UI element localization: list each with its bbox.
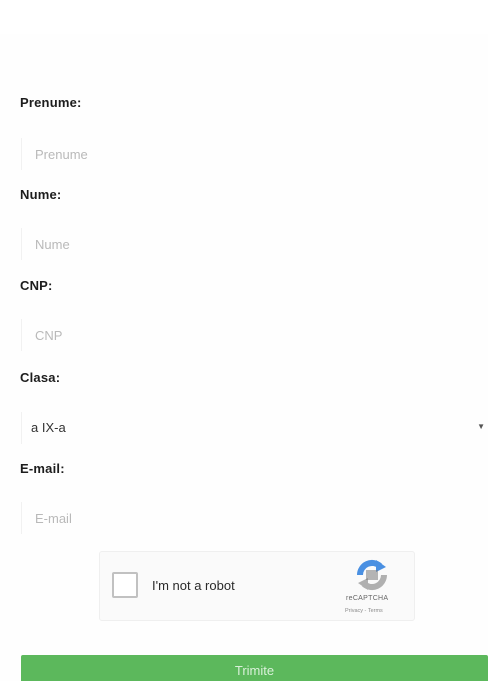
registration-page: Prenume: Nume: CNP: Clasa: a IX-a ▼ E-ma…: [0, 0, 488, 681]
nume-input[interactable]: [21, 228, 486, 260]
captcha-label: I'm not a robot: [152, 578, 235, 593]
cnp-input[interactable]: [21, 319, 486, 351]
recaptcha-widget: I'm not a robot reCAPTCHA Privacy - Term…: [99, 551, 415, 621]
clasa-label: Clasa:: [20, 370, 61, 385]
chevron-down-icon: ▼: [477, 422, 485, 431]
captcha-checkbox[interactable]: [112, 572, 138, 598]
cnp-label: CNP:: [20, 278, 53, 293]
clasa-selected-value: a IX-a: [31, 420, 66, 435]
prenume-input[interactable]: [21, 138, 486, 170]
top-bar: [0, 0, 488, 34]
nume-label: Nume:: [20, 187, 62, 202]
email-input[interactable]: [21, 502, 486, 534]
submit-button[interactable]: Trimite: [21, 655, 488, 681]
clasa-select[interactable]: a IX-a ▼: [21, 412, 488, 444]
email-label: E-mail:: [20, 461, 65, 476]
captcha-brand: reCAPTCHA: [346, 595, 389, 602]
captcha-privacy-terms-link[interactable]: Privacy - Terms: [345, 608, 383, 614]
recaptcha-logo-icon: [356, 559, 388, 591]
prenume-label: Prenume:: [20, 95, 82, 110]
